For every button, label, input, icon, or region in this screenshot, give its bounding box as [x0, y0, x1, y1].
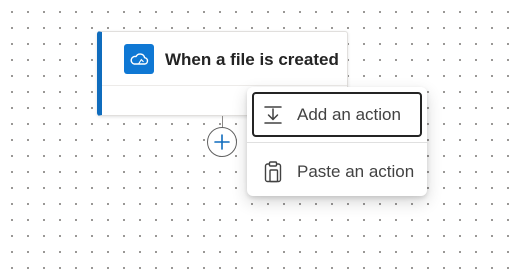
menu-divider: [247, 142, 427, 143]
trigger-title: When a file is created: [165, 50, 339, 69]
clipboard-icon: [261, 160, 285, 184]
plus-icon: [214, 134, 230, 150]
paste-action-menu-item[interactable]: Paste an action: [252, 149, 422, 194]
paste-action-label: Paste an action: [297, 161, 415, 181]
onedrive-cloud-icon: [124, 44, 154, 74]
add-action-label: Add an action: [297, 104, 401, 124]
insert-step-button[interactable]: [207, 127, 237, 157]
add-action-menu-item[interactable]: Add an action: [252, 92, 422, 137]
trigger-header[interactable]: When a file is created: [102, 32, 347, 86]
add-action-icon: [261, 103, 285, 127]
insert-action-menu: Add an action Paste an action: [247, 87, 427, 196]
